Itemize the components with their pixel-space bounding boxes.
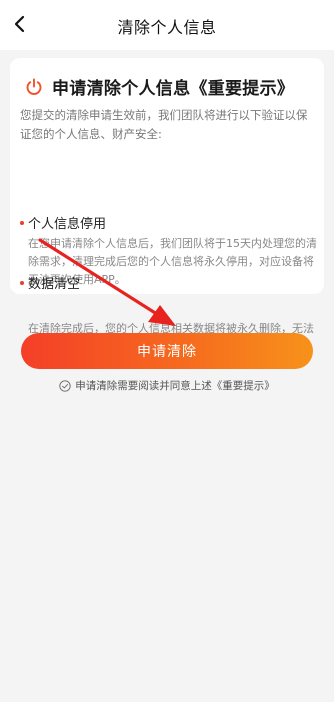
section-title-deactivate: 个人信息停用 <box>20 213 106 232</box>
check-circle-icon[interactable] <box>59 379 71 392</box>
agreement-text: 申请清除需要阅读并同意上述《重要提示》 <box>75 380 275 392</box>
apply-clear-button[interactable]: 申请清除 <box>21 333 313 369</box>
power-icon <box>26 78 42 95</box>
card-title: 申请清除个人信息《重要提示》 <box>52 79 295 99</box>
section-title-clear-data: 数据清空 <box>20 273 80 292</box>
page-title: 清除个人信息 <box>117 18 217 37</box>
agreement-row[interactable]: 申请清除需要阅读并同意上述《重要提示》 <box>0 378 334 393</box>
intro-text: 您提交的清除申请生效前，我们团队将进行以下验证以保证您的个人信息、财产安全: <box>20 108 308 141</box>
bullet-dot <box>20 220 24 225</box>
card-heading: 申请清除个人信息《重要提示》 <box>24 74 294 99</box>
header-bar: 清除个人信息 <box>0 0 334 50</box>
notice-card: 申请清除个人信息《重要提示》 您提交的清除申请生效前，我们团队将进行以下验证以保… <box>10 58 324 353</box>
section-title-text: 个人信息停用 <box>28 217 107 232</box>
screen: 清除个人信息 申请清除个人信息《重要提示》 您提交的清除申请生效前，我们团队将进… <box>0 0 334 702</box>
section-title-text: 数据清空 <box>28 277 81 292</box>
bullet-dot <box>20 280 24 285</box>
